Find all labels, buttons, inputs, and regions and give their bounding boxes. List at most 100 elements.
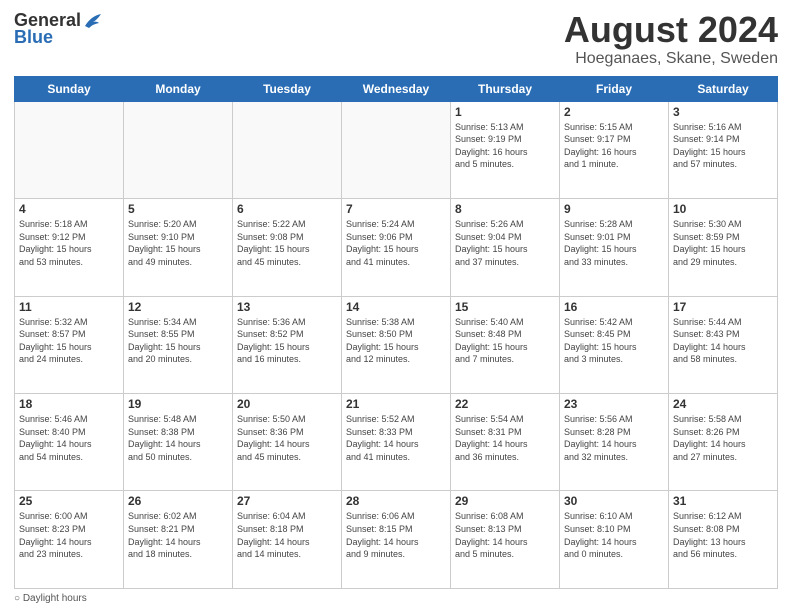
day-number: 18 (19, 397, 119, 411)
header-sunday: Sunday (15, 76, 124, 101)
calendar-day-cell: 27 Sunrise: 6:04 AM Sunset: 8:18 PM Dayli… (233, 491, 342, 589)
day-info: Sunrise: 5:40 AM Sunset: 8:48 PM Dayligh… (455, 316, 555, 366)
day-info: Sunrise: 5:28 AM Sunset: 9:01 PM Dayligh… (564, 218, 664, 268)
day-info: Sunrise: 5:36 AM Sunset: 8:52 PM Dayligh… (237, 316, 337, 366)
day-info: Sunrise: 6:06 AM Sunset: 8:15 PM Dayligh… (346, 510, 446, 560)
page: General Blue August 2024 Hoeganaes, Skan… (0, 0, 792, 612)
day-number: 22 (455, 397, 555, 411)
logo-bird-icon (83, 12, 103, 30)
day-number: 6 (237, 202, 337, 216)
day-info: Sunrise: 5:16 AM Sunset: 9:14 PM Dayligh… (673, 121, 773, 171)
header-tuesday: Tuesday (233, 76, 342, 101)
day-number: 13 (237, 300, 337, 314)
day-info: Sunrise: 6:00 AM Sunset: 8:23 PM Dayligh… (19, 510, 119, 560)
calendar-day-cell: 29 Sunrise: 6:08 AM Sunset: 8:13 PM Dayli… (451, 491, 560, 589)
day-number: 12 (128, 300, 228, 314)
calendar-day-cell: 28 Sunrise: 6:06 AM Sunset: 8:15 PM Dayli… (342, 491, 451, 589)
calendar-day-cell: 24Sunrise: 5:58 AM Sunset: 8:26 PM Dayli… (669, 394, 778, 491)
calendar-day-cell: 19Sunrise: 5:48 AM Sunset: 8:38 PM Dayli… (124, 394, 233, 491)
day-number: 9 (564, 202, 664, 216)
calendar-day-cell: 5 Sunrise: 5:20 AM Sunset: 9:10 PM Daylig… (124, 199, 233, 296)
day-info: Sunrise: 5:15 AM Sunset: 9:17 PM Dayligh… (564, 121, 664, 171)
day-info: Sunrise: 5:56 AM Sunset: 8:28 PM Dayligh… (564, 413, 664, 463)
day-info: Sunrise: 5:26 AM Sunset: 9:04 PM Dayligh… (455, 218, 555, 268)
header: General Blue August 2024 Hoeganaes, Skan… (14, 10, 778, 68)
legend: ○ Daylight hours (14, 593, 778, 604)
day-info: Sunrise: 6:02 AM Sunset: 8:21 PM Dayligh… (128, 510, 228, 560)
calendar-day-cell: 4Sunrise: 5:18 AM Sunset: 9:12 PM Daylig… (15, 199, 124, 296)
calendar-day-cell: 14 Sunrise: 5:38 AM Sunset: 8:50 PM Dayli… (342, 296, 451, 393)
day-info: Sunrise: 5:46 AM Sunset: 8:40 PM Dayligh… (19, 413, 119, 463)
day-info: Sunrise: 5:13 AM Sunset: 9:19 PM Dayligh… (455, 121, 555, 171)
location-title: Hoeganaes, Skane, Sweden (564, 50, 778, 68)
day-number: 16 (564, 300, 664, 314)
day-number: 5 (128, 202, 228, 216)
day-number: 21 (346, 397, 446, 411)
calendar-day-cell: 13 Sunrise: 5:36 AM Sunset: 8:52 PM Dayli… (233, 296, 342, 393)
calendar-week-row: 4Sunrise: 5:18 AM Sunset: 9:12 PM Daylig… (15, 199, 778, 296)
logo: General Blue (14, 10, 103, 48)
day-number: 23 (564, 397, 664, 411)
calendar-day-cell: 8Sunrise: 5:26 AM Sunset: 9:04 PM Daylig… (451, 199, 560, 296)
day-number: 30 (564, 494, 664, 508)
day-number: 4 (19, 202, 119, 216)
day-number: 17 (673, 300, 773, 314)
header-monday: Monday (124, 76, 233, 101)
calendar-day-cell: 23 Sunrise: 5:56 AM Sunset: 8:28 PM Dayli… (560, 394, 669, 491)
logo-blue-text: Blue (14, 27, 53, 48)
calendar-week-row: 18 Sunrise: 5:46 AM Sunset: 8:40 PM Dayli… (15, 394, 778, 491)
day-number: 29 (455, 494, 555, 508)
day-number: 24 (673, 397, 773, 411)
day-info: Sunrise: 5:32 AM Sunset: 8:57 PM Dayligh… (19, 316, 119, 366)
day-number: 11 (19, 300, 119, 314)
calendar-day-cell: 11 Sunrise: 5:32 AM Sunset: 8:57 PM Dayli… (15, 296, 124, 393)
day-number: 3 (673, 105, 773, 119)
day-number: 15 (455, 300, 555, 314)
calendar-week-row: 25 Sunrise: 6:00 AM Sunset: 8:23 PM Dayli… (15, 491, 778, 589)
day-info: Sunrise: 5:20 AM Sunset: 9:10 PM Dayligh… (128, 218, 228, 268)
day-number: 7 (346, 202, 446, 216)
calendar-day-cell: 20 Sunrise: 5:50 AM Sunset: 8:36 PM Dayli… (233, 394, 342, 491)
calendar-day-cell: 30 Sunrise: 6:10 AM Sunset: 8:10 PM Dayli… (560, 491, 669, 589)
calendar-day-cell: 26 Sunrise: 6:02 AM Sunset: 8:21 PM Dayli… (124, 491, 233, 589)
calendar-day-cell (233, 101, 342, 198)
day-info: Sunrise: 6:10 AM Sunset: 8:10 PM Dayligh… (564, 510, 664, 560)
day-number: 27 (237, 494, 337, 508)
calendar-day-cell: 31Sunrise: 6:12 AM Sunset: 8:08 PM Dayli… (669, 491, 778, 589)
day-number: 31 (673, 494, 773, 508)
calendar-day-cell: 17Sunrise: 5:44 AM Sunset: 8:43 PM Dayli… (669, 296, 778, 393)
weekday-header-row: Sunday Monday Tuesday Wednesday Thursday… (15, 76, 778, 101)
day-number: 28 (346, 494, 446, 508)
calendar-day-cell: 18 Sunrise: 5:46 AM Sunset: 8:40 PM Dayli… (15, 394, 124, 491)
calendar-day-cell: 21 Sunrise: 5:52 AM Sunset: 8:33 PM Dayli… (342, 394, 451, 491)
day-info: Sunrise: 5:54 AM Sunset: 8:31 PM Dayligh… (455, 413, 555, 463)
day-info: Sunrise: 5:50 AM Sunset: 8:36 PM Dayligh… (237, 413, 337, 463)
calendar-week-row: 1Sunrise: 5:13 AM Sunset: 9:19 PM Daylig… (15, 101, 778, 198)
day-info: Sunrise: 5:52 AM Sunset: 8:33 PM Dayligh… (346, 413, 446, 463)
header-saturday: Saturday (669, 76, 778, 101)
day-number: 10 (673, 202, 773, 216)
calendar-day-cell: 22 Sunrise: 5:54 AM Sunset: 8:31 PM Dayli… (451, 394, 560, 491)
day-number: 2 (564, 105, 664, 119)
calendar-table: Sunday Monday Tuesday Wednesday Thursday… (14, 76, 778, 589)
header-wednesday: Wednesday (342, 76, 451, 101)
day-info: Sunrise: 5:34 AM Sunset: 8:55 PM Dayligh… (128, 316, 228, 366)
day-info: Sunrise: 5:38 AM Sunset: 8:50 PM Dayligh… (346, 316, 446, 366)
day-info: Sunrise: 5:30 AM Sunset: 8:59 PM Dayligh… (673, 218, 773, 268)
calendar-day-cell: 25 Sunrise: 6:00 AM Sunset: 8:23 PM Dayli… (15, 491, 124, 589)
calendar-day-cell: 3 Sunrise: 5:16 AM Sunset: 9:14 PM Daylig… (669, 101, 778, 198)
day-number: 20 (237, 397, 337, 411)
day-info: Sunrise: 6:08 AM Sunset: 8:13 PM Dayligh… (455, 510, 555, 560)
calendar-day-cell: 7Sunrise: 5:24 AM Sunset: 9:06 PM Daylig… (342, 199, 451, 296)
calendar-day-cell: 1Sunrise: 5:13 AM Sunset: 9:19 PM Daylig… (451, 101, 560, 198)
day-number: 19 (128, 397, 228, 411)
calendar-day-cell: 16 Sunrise: 5:42 AM Sunset: 8:45 PM Dayli… (560, 296, 669, 393)
day-number: 26 (128, 494, 228, 508)
title-block: August 2024 Hoeganaes, Skane, Sweden (564, 10, 778, 68)
header-friday: Friday (560, 76, 669, 101)
calendar-day-cell: 15 Sunrise: 5:40 AM Sunset: 8:48 PM Dayli… (451, 296, 560, 393)
day-number: 14 (346, 300, 446, 314)
day-number: 25 (19, 494, 119, 508)
day-info: Sunrise: 6:04 AM Sunset: 8:18 PM Dayligh… (237, 510, 337, 560)
day-info: Sunrise: 5:42 AM Sunset: 8:45 PM Dayligh… (564, 316, 664, 366)
